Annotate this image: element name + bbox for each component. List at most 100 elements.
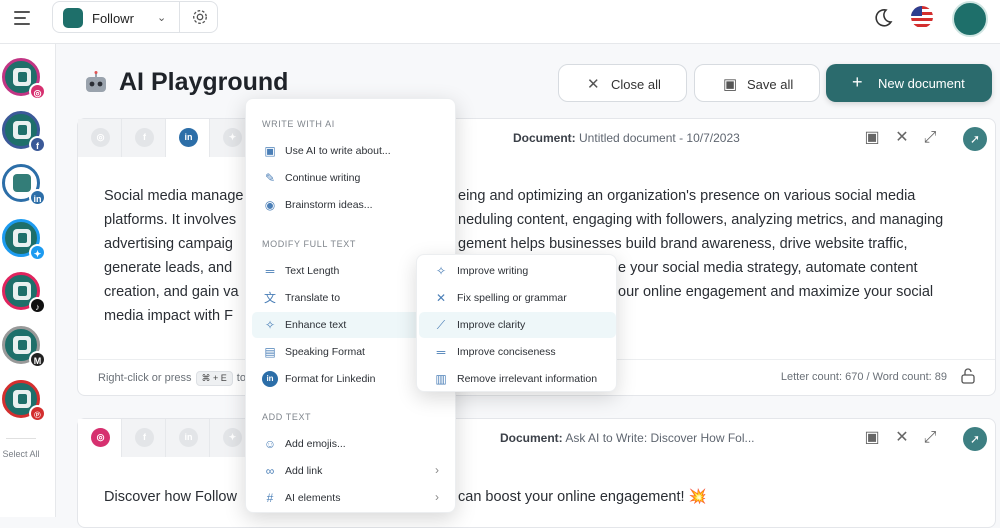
us-flag-icon[interactable] — [911, 6, 933, 28]
medium-icon: M — [29, 351, 46, 368]
account-instagram[interactable]: ◎ — [2, 58, 46, 100]
linkedin-icon: in — [179, 428, 198, 447]
sparkle-wand-icon: ✧ — [435, 264, 447, 278]
linkedin-icon: in — [179, 128, 198, 147]
top-bar: Followr ⌄ — [0, 0, 1000, 44]
tab-linkedin[interactable]: in — [166, 119, 210, 157]
document-label: Document: Untitled document - 10/7/2023 — [513, 131, 740, 145]
followr-logo-icon — [63, 8, 83, 28]
facebook-icon: f — [135, 428, 154, 447]
facebook-icon: f — [29, 136, 46, 153]
paint-roller-icon: ▤ — [264, 345, 276, 359]
document-name: Untitled document - 10/7/2023 — [579, 131, 740, 145]
chevron-right-icon: › — [435, 463, 439, 477]
pinterest-icon: ℗ — [29, 405, 46, 422]
submenu-item-improve-conciseness[interactable]: ═ Improve conciseness — [419, 339, 616, 365]
select-all-button[interactable]: Select All — [0, 448, 42, 461]
translate-icon: 文 — [263, 291, 276, 305]
robot-icon — [86, 71, 106, 92]
close-icon[interactable]: ✕ — [893, 429, 911, 447]
followr-logo-icon — [13, 174, 31, 192]
publish-icon[interactable]: ➚ — [963, 127, 987, 151]
workspace-switcher[interactable]: Followr ⌄ — [52, 1, 218, 33]
text-line: can boost your online engagement! 💥 — [458, 489, 707, 505]
sidebar-divider — [6, 438, 36, 439]
close-all-button[interactable]: ✕ Close all — [558, 64, 687, 102]
chevron-down-icon[interactable]: ⌄ — [157, 11, 166, 24]
lightbulb-icon: ◉ — [264, 198, 276, 212]
document-card: ◎ f in ✦ Document: Ask AI to Write: Disc… — [77, 418, 996, 528]
instagram-icon: ◎ — [91, 128, 110, 147]
account-tiktok[interactable]: ♪ — [2, 272, 46, 314]
submenu-item-fix-spelling-grammar[interactable]: ✕ Fix spelling or grammar — [419, 285, 616, 311]
account-linkedin[interactable]: in — [2, 164, 46, 206]
ai-chip-icon: ▣ — [264, 144, 276, 158]
followr-logo-icon — [13, 121, 31, 139]
chevron-right-icon: › — [435, 490, 439, 504]
save-icon[interactable]: ▣ — [863, 429, 881, 447]
enhance-text-submenu: ✧ Improve writing ✕ Fix spelling or gramma… — [416, 254, 617, 392]
avatar[interactable] — [952, 1, 988, 37]
account-facebook[interactable]: f — [2, 111, 46, 153]
word-count: Letter count: 670 / Word count: 89 — [780, 371, 947, 383]
save-all-label: Save all — [747, 77, 794, 92]
pencil-icon: ✎ — [264, 171, 276, 185]
menu-item-add-emojis[interactable]: ☺ Add emojis... — [252, 431, 451, 457]
page-title: AI Playground — [119, 68, 289, 96]
magic-wand-icon: ✧ — [264, 318, 276, 332]
link-icon: ∞ — [265, 464, 275, 478]
submenu-item-improve-writing[interactable]: ✧ Improve writing — [419, 258, 616, 284]
publish-icon[interactable]: ➚ — [963, 427, 987, 451]
expand-icon[interactable]: ⤢ — [921, 429, 939, 447]
followr-logo-icon — [13, 336, 31, 354]
save-icon[interactable]: ▣ — [863, 129, 881, 147]
text-line: Discover how Follow — [104, 489, 237, 505]
followr-logo-icon — [13, 68, 31, 86]
instagram-icon: ◎ — [29, 83, 46, 100]
text-length-icon: ═ — [265, 264, 275, 278]
account-twitter[interactable]: ✦ — [2, 219, 46, 261]
close-icon: ✕ — [587, 76, 600, 93]
tools-icon: ✕ — [435, 291, 447, 305]
save-all-button[interactable]: ▣ Save all — [694, 64, 820, 102]
instagram-icon: ◎ — [91, 428, 110, 447]
tab-instagram[interactable]: ◎ — [78, 419, 122, 457]
tab-facebook[interactable]: f — [122, 119, 166, 157]
lock-icon[interactable] — [961, 368, 975, 384]
document-label-prefix: Document: — [500, 431, 563, 445]
text-line: Social media manage eing and optimizing a… — [104, 188, 916, 204]
account-medium[interactable]: M — [2, 326, 46, 368]
document-name: Ask AI to Write: Discover How Fol... — [565, 431, 755, 445]
submenu-item-remove-irrelevant[interactable]: ▥ Remove irrelevant information — [419, 366, 616, 392]
shortcut-key: ⌘ + E — [195, 371, 233, 386]
menu-item-brainstorm-ideas[interactable]: ◉ Brainstorm ideas... — [252, 192, 451, 218]
account-pinterest[interactable]: ℗ — [2, 380, 46, 422]
twitter-icon: ✦ — [29, 244, 46, 261]
tab-linkedin[interactable]: in — [166, 419, 210, 457]
moon-icon[interactable] — [872, 6, 894, 28]
followr-logo-icon — [13, 229, 31, 247]
new-document-button[interactable]: + New document — [826, 64, 992, 102]
expand-icon[interactable]: ⤢ — [921, 129, 939, 147]
menu-item-use-ai-to-write[interactable]: ▣ Use AI to write about... — [252, 138, 451, 164]
document-label: Document: Ask AI to Write: Discover How … — [500, 431, 755, 445]
submenu-item-improve-clarity[interactable]: ⟋ Improve clarity — [419, 312, 616, 338]
tab-instagram[interactable]: ◎ — [78, 119, 122, 157]
account-sidebar: ◎ f in ✦ ♪ M ℗ Select All — [0, 44, 56, 517]
menu-item-continue-writing[interactable]: ✎ Continue writing — [252, 165, 451, 191]
menu-item-ai-elements[interactable]: # AI elements › — [252, 485, 451, 511]
twitter-icon: ✦ — [223, 428, 242, 447]
menu-item-add-link[interactable]: ∞ Add link › — [252, 458, 451, 484]
gear-icon[interactable] — [191, 8, 209, 26]
followr-logo-icon — [13, 390, 31, 408]
section-title-add-text: ADD TEXT — [262, 412, 312, 422]
new-document-label: New document — [878, 76, 965, 91]
menu-icon[interactable] — [12, 8, 34, 28]
shortcut-hint: Right-click or press ⌘ + Eto — [98, 371, 246, 386]
text-line: advertising campaig gement helps business… — [104, 236, 908, 252]
document-text[interactable]: Discover how Follow can boost your online… — [104, 485, 974, 509]
facebook-icon: f — [135, 128, 154, 147]
close-icon[interactable]: ✕ — [893, 129, 911, 147]
divider — [179, 2, 180, 32]
tab-facebook[interactable]: f — [122, 419, 166, 457]
